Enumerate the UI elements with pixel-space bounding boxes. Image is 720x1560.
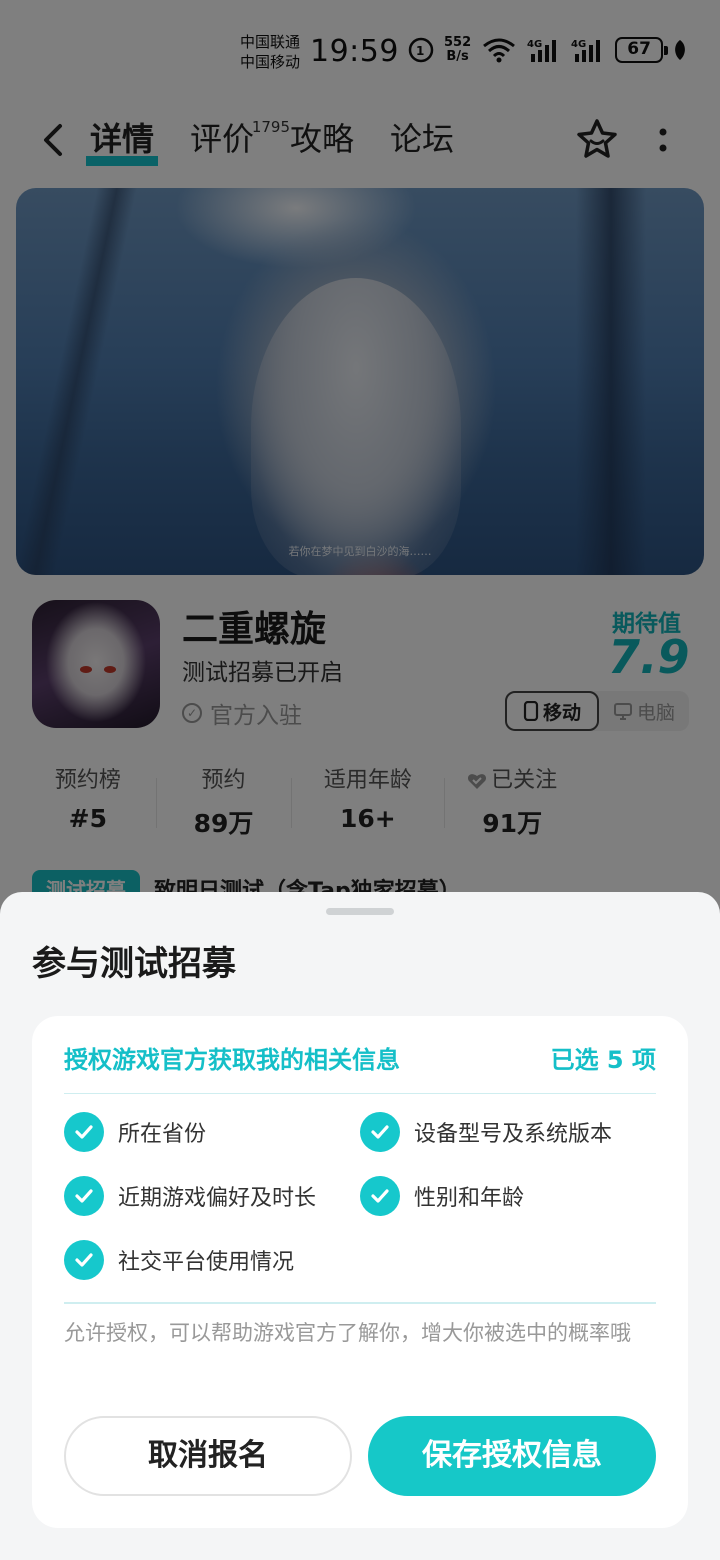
checkbox-checked-icon[interactable] [64, 1112, 104, 1152]
divider [64, 1302, 656, 1304]
authorization-header: 授权游戏官方获取我的相关信息 已选 5 项 [64, 1040, 656, 1094]
checkbox-checked-icon[interactable] [64, 1240, 104, 1280]
authorization-title: 授权游戏官方获取我的相关信息 [64, 1046, 400, 1074]
cancel-signup-button[interactable]: 取消报名 [64, 1416, 352, 1496]
auth-item-province[interactable]: 所在省份 [64, 1112, 360, 1152]
authorization-note: 允许授权，可以帮助游戏官方了解你，增大你被选中的概率哦 [64, 1321, 631, 1345]
sheet-title: 参与测试招募 [32, 944, 236, 984]
auth-item-device[interactable]: 设备型号及系统版本 [360, 1112, 656, 1152]
authorization-list: 所在省份 设备型号及系统版本 近期游戏偏好及时长 性别和年龄 社交平台使用情况 [64, 1112, 656, 1280]
sheet-drag-handle[interactable] [326, 908, 394, 915]
authorization-card: 授权游戏官方获取我的相关信息 已选 5 项 所在省份 设备型号及系统版本 近期游… [32, 1016, 688, 1528]
auth-item-game-preference[interactable]: 近期游戏偏好及时长 [64, 1176, 360, 1216]
auth-item-gender-age[interactable]: 性别和年龄 [360, 1176, 656, 1216]
auth-item-social[interactable]: 社交平台使用情况 [64, 1240, 360, 1280]
selected-count: 已选 5 项 [550, 1046, 656, 1074]
checkbox-checked-icon[interactable] [64, 1176, 104, 1216]
save-authorization-button[interactable]: 保存授权信息 [368, 1416, 656, 1496]
recruit-bottom-sheet: 参与测试招募 授权游戏官方获取我的相关信息 已选 5 项 所在省份 设备型号及系… [0, 892, 720, 1560]
checkbox-checked-icon[interactable] [360, 1176, 400, 1216]
checkbox-checked-icon[interactable] [360, 1112, 400, 1152]
